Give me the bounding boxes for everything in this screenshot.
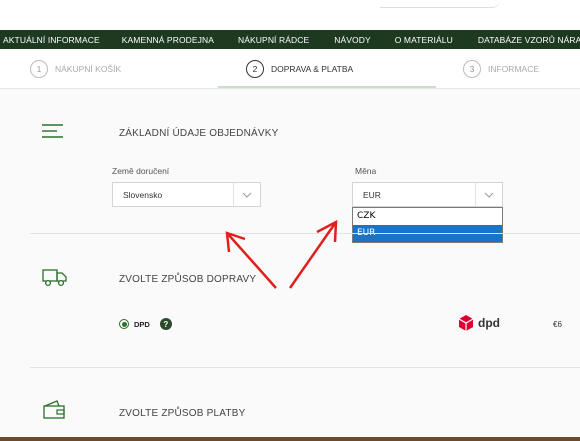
red-arrow-icon — [288, 219, 338, 289]
red-arrow-icon — [225, 231, 277, 289]
annotation-arrows — [225, 219, 338, 289]
bottom-edge — [0, 437, 580, 441]
